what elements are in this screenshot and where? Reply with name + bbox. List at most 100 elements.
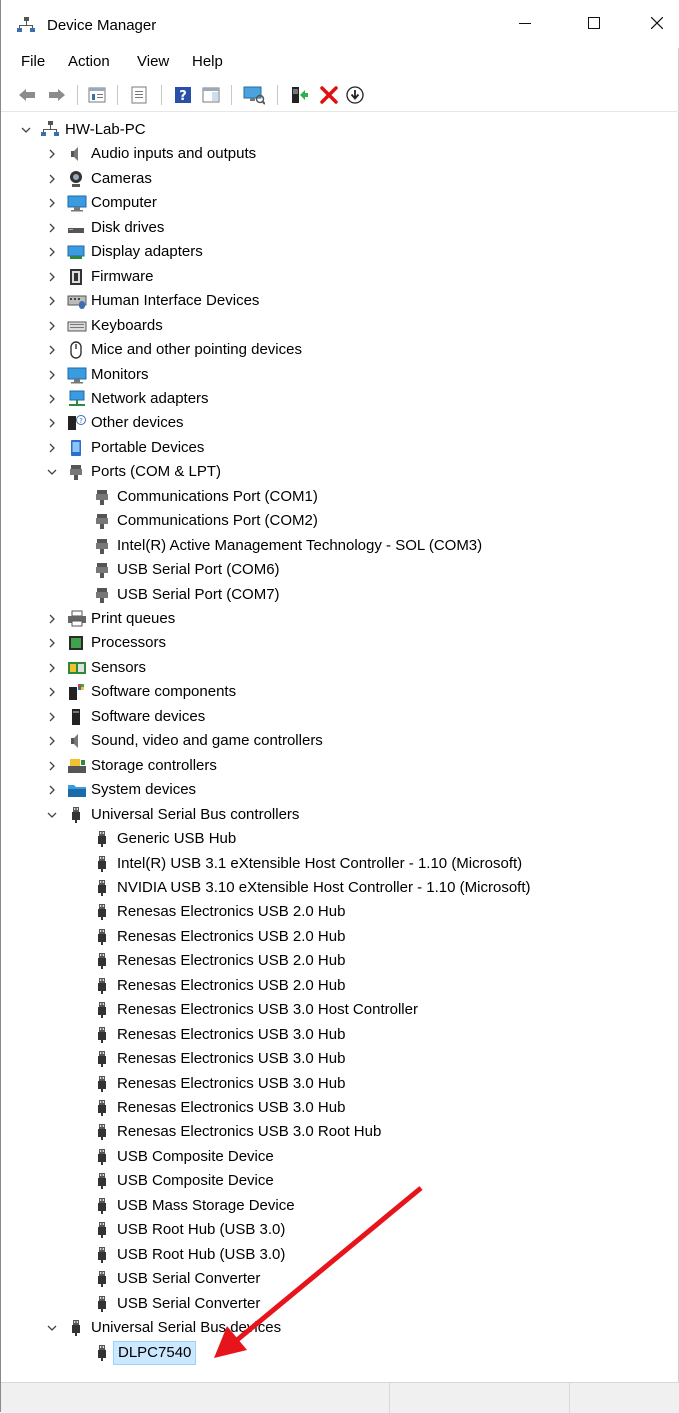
close-button[interactable] <box>637 12 677 38</box>
tree-device[interactable]: Renesas Electronics USB 3.0 Hub <box>1 1047 679 1071</box>
tree-device[interactable]: USB Mass Storage Device <box>1 1194 679 1218</box>
tree-device[interactable]: Renesas Electronics USB 2.0 Hub <box>1 949 679 973</box>
tree-device[interactable]: Communications Port (COM1) <box>1 485 679 509</box>
scan-hardware-icon[interactable] <box>243 85 266 105</box>
tree-device[interactable]: Renesas Electronics USB 2.0 Hub <box>1 900 679 924</box>
chevron-right-icon[interactable] <box>45 705 59 729</box>
chevron-right-icon[interactable] <box>45 167 59 191</box>
tree-category[interactable]: Human Interface Devices <box>1 289 679 313</box>
tree-device[interactable]: DLPC7540 <box>1 1341 679 1365</box>
tree-device[interactable]: Renesas Electronics USB 3.0 Root Hub <box>1 1120 679 1144</box>
tree-category[interactable]: Software components <box>1 680 679 704</box>
tree-category[interactable]: Firmware <box>1 265 679 289</box>
tree-device[interactable]: USB Serial Port (COM7) <box>1 583 679 607</box>
chevron-right-icon[interactable] <box>45 363 59 387</box>
menu-action[interactable]: Action <box>68 53 110 70</box>
tree-device[interactable]: Generic USB Hub <box>1 827 679 851</box>
tree-category[interactable]: Audio inputs and outputs <box>1 142 679 166</box>
back-icon[interactable] <box>17 85 37 105</box>
chevron-right-icon[interactable] <box>45 411 59 435</box>
tree-device[interactable]: USB Serial Converter <box>1 1267 679 1291</box>
tree-device[interactable]: USB Composite Device <box>1 1169 679 1193</box>
chevron-right-icon[interactable] <box>45 436 59 460</box>
tree-category[interactable]: Portable Devices <box>1 436 679 460</box>
menu-view[interactable]: View <box>137 53 169 70</box>
tree-device[interactable]: Renesas Electronics USB 2.0 Hub <box>1 925 679 949</box>
monitor-icon <box>67 194 87 212</box>
tree-category[interactable]: ? Other devices <box>1 411 679 435</box>
tree-category[interactable]: Sensors <box>1 656 679 680</box>
tree-category[interactable]: System devices <box>1 778 679 802</box>
tree-category[interactable]: Storage controllers <box>1 754 679 778</box>
menu-file[interactable]: File <box>21 53 45 70</box>
chevron-down-icon[interactable] <box>45 460 59 484</box>
chevron-right-icon[interactable] <box>45 191 59 215</box>
tree-category[interactable]: Keyboards <box>1 314 679 338</box>
properties-icon[interactable] <box>87 85 107 105</box>
chevron-right-icon[interactable] <box>45 778 59 802</box>
chevron-right-icon[interactable] <box>45 680 59 704</box>
window-title: Device Manager <box>47 17 157 34</box>
tree-device[interactable]: USB Serial Converter <box>1 1292 679 1316</box>
tree-category[interactable]: Network adapters <box>1 387 679 411</box>
chevron-right-icon[interactable] <box>45 338 59 362</box>
tree-device[interactable]: USB Root Hub (USB 3.0) <box>1 1243 679 1267</box>
maximize-button[interactable] <box>574 12 614 38</box>
tree-category[interactable]: Mice and other pointing devices <box>1 338 679 362</box>
tree-device[interactable]: Intel(R) USB 3.1 eXtensible Host Control… <box>1 852 679 876</box>
chevron-right-icon[interactable] <box>45 607 59 631</box>
chevron-down-icon[interactable] <box>19 118 33 142</box>
chevron-right-icon[interactable] <box>45 631 59 655</box>
chevron-down-icon[interactable] <box>45 803 59 827</box>
tree-category[interactable]: Universal Serial Bus devices <box>1 1316 679 1340</box>
chevron-right-icon[interactable] <box>45 314 59 338</box>
tree-device[interactable]: Renesas Electronics USB 3.0 Hub <box>1 1096 679 1120</box>
tree-device[interactable]: Renesas Electronics USB 3.0 Hub <box>1 1023 679 1047</box>
tree-category[interactable]: Processors <box>1 631 679 655</box>
action-pane-icon[interactable] <box>201 85 221 105</box>
tree-category[interactable]: Print queues <box>1 607 679 631</box>
tree-device[interactable]: Renesas Electronics USB 3.0 Host Control… <box>1 998 679 1022</box>
uninstall-icon[interactable] <box>319 85 339 105</box>
menu-help[interactable]: Help <box>192 53 223 70</box>
tree-item-label: USB Serial Port (COM6) <box>117 561 280 578</box>
tree-category[interactable]: Cameras <box>1 167 679 191</box>
tree-device[interactable]: Renesas Electronics USB 3.0 Hub <box>1 1072 679 1096</box>
tree-category[interactable]: Computer <box>1 191 679 215</box>
title-bar[interactable]: Device Manager <box>1 0 679 48</box>
show-hidden-icon[interactable] <box>129 85 149 105</box>
tree-category[interactable]: Monitors <box>1 363 679 387</box>
help-icon[interactable]: ? <box>173 85 193 105</box>
usb-icon <box>93 879 111 897</box>
update-driver-icon[interactable] <box>289 85 309 105</box>
forward-icon[interactable] <box>47 85 67 105</box>
download-icon[interactable] <box>345 85 365 105</box>
tree-device[interactable]: Intel(R) Active Management Technology - … <box>1 534 679 558</box>
tree-category[interactable]: Ports (COM & LPT) <box>1 460 679 484</box>
usb-icon <box>93 1344 111 1362</box>
tree-device[interactable]: USB Root Hub (USB 3.0) <box>1 1218 679 1242</box>
tree-device[interactable]: NVIDIA USB 3.10 eXtensible Host Controll… <box>1 876 679 900</box>
tree-root[interactable]: HW-Lab-PC <box>1 118 679 142</box>
chevron-right-icon[interactable] <box>45 754 59 778</box>
tree-device[interactable]: Communications Port (COM2) <box>1 509 679 533</box>
tree-category[interactable]: Disk drives <box>1 216 679 240</box>
chevron-right-icon[interactable] <box>45 265 59 289</box>
tree-category[interactable]: Software devices <box>1 705 679 729</box>
chevron-right-icon[interactable] <box>45 289 59 313</box>
chevron-down-icon[interactable] <box>45 1316 59 1340</box>
chevron-right-icon[interactable] <box>45 387 59 411</box>
tree-device[interactable]: Renesas Electronics USB 2.0 Hub <box>1 974 679 998</box>
tree-category[interactable]: Display adapters <box>1 240 679 264</box>
svg-text:?: ? <box>79 417 83 425</box>
chevron-right-icon[interactable] <box>45 240 59 264</box>
chevron-right-icon[interactable] <box>45 142 59 166</box>
chevron-right-icon[interactable] <box>45 216 59 240</box>
minimize-button[interactable] <box>505 12 545 38</box>
tree-device[interactable]: USB Serial Port (COM6) <box>1 558 679 582</box>
tree-category[interactable]: Universal Serial Bus controllers <box>1 803 679 827</box>
chevron-right-icon[interactable] <box>45 729 59 753</box>
chevron-right-icon[interactable] <box>45 656 59 680</box>
tree-device[interactable]: USB Composite Device <box>1 1145 679 1169</box>
tree-category[interactable]: Sound, video and game controllers <box>1 729 679 753</box>
